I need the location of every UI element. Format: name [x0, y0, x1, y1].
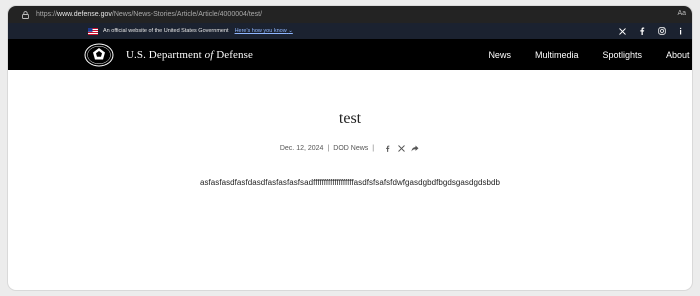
- dept-name-suffix: Defense: [213, 48, 253, 61]
- share-x-icon[interactable]: [396, 145, 406, 152]
- address-bar[interactable]: https://www.defense.gov/News/News-Storie…: [8, 6, 692, 23]
- meta-divider: |: [327, 145, 330, 152]
- url-path: /News/News-Stories/Article/Article/40000…: [111, 11, 263, 18]
- article-date: Dec. 12, 2024: [279, 145, 324, 152]
- article-body: asfasfasdfasfdasdfasfasfasfsadffffffffff…: [199, 178, 501, 187]
- nav-item-about[interactable]: About: [666, 50, 692, 60]
- x-icon[interactable]: [612, 27, 632, 35]
- nav-item-multimedia[interactable]: Multimedia: [535, 50, 579, 60]
- main-navigation: U.S. Department of Defense News Multimed…: [8, 39, 692, 70]
- nav-menu: News Multimedia Spotlights About: [488, 39, 692, 70]
- url-domain: www.defense.gov: [57, 11, 112, 18]
- pentagon-seal-icon[interactable]: [84, 43, 114, 67]
- gov-banner-text: An official website of the United States…: [103, 28, 229, 34]
- facebook-icon[interactable]: [632, 27, 652, 35]
- heres-how-you-know-link[interactable]: Here's how you know ⌄: [235, 28, 293, 34]
- department-name[interactable]: U.S. Department of Defense: [126, 49, 253, 61]
- social-links: [612, 23, 692, 39]
- share-icon[interactable]: [410, 145, 420, 152]
- dept-name-prefix: U.S. Department: [126, 48, 205, 61]
- browser-window: https://www.defense.gov/News/News-Storie…: [8, 6, 692, 290]
- nav-item-spotlights[interactable]: Spotlights: [602, 50, 642, 60]
- reader-mode-button[interactable]: Aa: [677, 10, 686, 17]
- article-source[interactable]: DOD News: [333, 145, 368, 152]
- chevron-down-icon: ⌄: [288, 28, 293, 34]
- linkedin-icon[interactable]: [672, 27, 692, 35]
- meta-divider: |: [372, 145, 375, 152]
- us-flag-icon: [88, 27, 98, 35]
- url-text[interactable]: https://www.defense.gov/News/News-Storie…: [36, 11, 262, 18]
- instagram-icon[interactable]: [652, 27, 672, 35]
- heres-how-link-label: Here's how you know: [234, 28, 287, 34]
- article-title: test: [338, 110, 362, 127]
- gov-banner: An official website of the United States…: [8, 23, 692, 39]
- lock-icon: [18, 10, 32, 19]
- share-facebook-icon[interactable]: [382, 145, 392, 152]
- nav-item-news[interactable]: News: [488, 50, 511, 60]
- url-prefix: https://: [36, 11, 58, 18]
- article-meta: Dec. 12, 2024 | DOD News |: [8, 145, 692, 152]
